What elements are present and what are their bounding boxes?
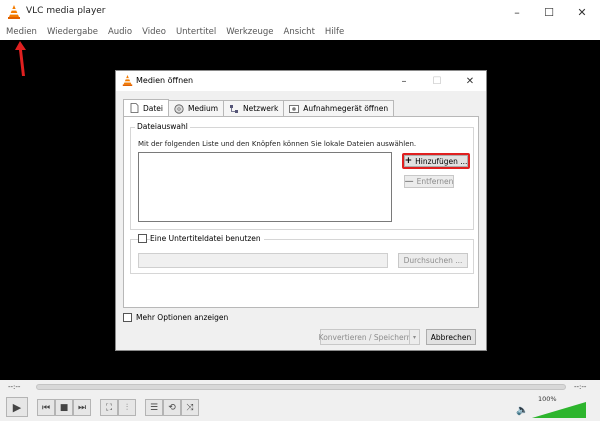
seek-slider[interactable] [36,384,566,390]
remove-file-label: Entfernen [416,177,454,186]
cancel-button[interactable]: Abbrechen [426,329,476,345]
extended-settings-icon[interactable]: ⫶ [118,399,136,416]
menu-medien[interactable]: Medien [6,27,37,37]
more-options-label: Mehr Optionen anzeigen [136,313,229,322]
menu-untertitel[interactable]: Untertitel [176,27,216,37]
menu-bar: Medien Wiedergabe Audio Video Untertitel… [0,24,600,40]
dialog-maximize-button[interactable]: ☐ [425,71,449,91]
browse-button[interactable]: Durchsuchen ... [398,253,468,268]
open-media-dialog: Medien öffnen – ☐ ✕ Datei Medium Netzwer… [115,70,487,351]
time-elapsed: --:-- [8,383,21,391]
vlc-cone-icon [8,5,20,19]
minus-icon: — [404,176,414,187]
file-selection-hint: Mit der folgenden Liste und den Knöpfen … [138,140,417,148]
more-options-checkbox[interactable] [123,313,132,322]
dialog-titlebar: Medien öffnen – ☐ ✕ [116,71,486,91]
tab-aufnahmegeraet[interactable]: Aufnahmegerät öffnen [283,100,395,116]
loop-icon[interactable]: ⟲ [163,399,181,416]
dialog-tabs: Datei Medium Netzwerk Aufnahmegerät öffn… [123,99,395,116]
next-icon[interactable]: ⏭ [73,399,91,416]
play-icon[interactable]: ▶ [6,397,28,417]
maximize-button[interactable]: ☐ [533,0,565,24]
subtitle-checkbox-label: Eine Untertiteldatei benutzen [150,234,264,243]
convert-dropdown-chevron-down-icon[interactable]: ▾ [409,329,420,345]
dialog-title: Medien öffnen [136,76,194,85]
file-list[interactable] [138,152,392,222]
seek-row: --:-- --:-- [0,380,600,394]
close-button[interactable]: ✕ [566,0,598,24]
vlc-cone-icon [122,75,133,86]
tab-datei-label: Datei [143,103,164,113]
remove-file-button[interactable]: — Entfernen [404,175,454,188]
minimize-button[interactable]: – [501,0,533,24]
file-icon [129,103,139,113]
menu-hilfe[interactable]: Hilfe [325,27,344,37]
dialog-close-button[interactable]: ✕ [458,71,482,91]
stop-icon[interactable]: ■ [55,399,73,416]
capture-icon [289,104,300,114]
menu-wiedergabe[interactable]: Wiedergabe [47,27,98,37]
dialog-minimize-button[interactable]: – [392,71,416,91]
menu-audio[interactable]: Audio [108,27,132,37]
convert-save-button[interactable]: Konvertieren / Speichern [319,329,411,345]
tab-aufnahmegeraet-label: Aufnahmegerät öffnen [303,104,389,113]
tab-netzwerk[interactable]: Netzwerk [223,100,285,116]
tab-panel-datei: Dateiauswahl Mit der folgenden Liste und… [123,116,479,308]
previous-icon[interactable]: ⏮ [37,399,55,416]
speaker-icon[interactable]: 🔈 [516,405,528,416]
annotation-arrow-icon [15,41,26,76]
file-selection-title: Dateiauswahl [135,122,190,131]
menu-ansicht[interactable]: Ansicht [284,27,315,37]
window-title: VLC media player [26,6,106,16]
tab-datei[interactable]: Datei [123,99,170,116]
window-titlebar: VLC media player – ☐ ✕ [0,0,600,24]
subtitle-file-field[interactable] [138,253,388,268]
fullscreen-icon[interactable]: ⛶ [100,399,118,416]
time-total: --:-- [574,383,587,391]
tab-medium[interactable]: Medium [168,100,225,116]
controls-row: ▶ ⏮ ■ ⏭ ⛶ ⫶ ☰ ⟲ ⤨ 🔈 100% [0,394,600,421]
menu-video[interactable]: Video [142,27,166,37]
subtitle-checkbox[interactable] [138,234,147,243]
tab-medium-label: Medium [188,104,219,113]
disc-icon [174,103,184,114]
annotation-highlight-box [402,153,470,169]
network-icon [229,104,239,114]
tab-netzwerk-label: Netzwerk [243,104,279,113]
menu-werkzeuge[interactable]: Werkzeuge [226,27,273,37]
shuffle-icon[interactable]: ⤨ [181,399,199,416]
volume-slider[interactable] [532,402,586,418]
playlist-icon[interactable]: ☰ [145,399,163,416]
